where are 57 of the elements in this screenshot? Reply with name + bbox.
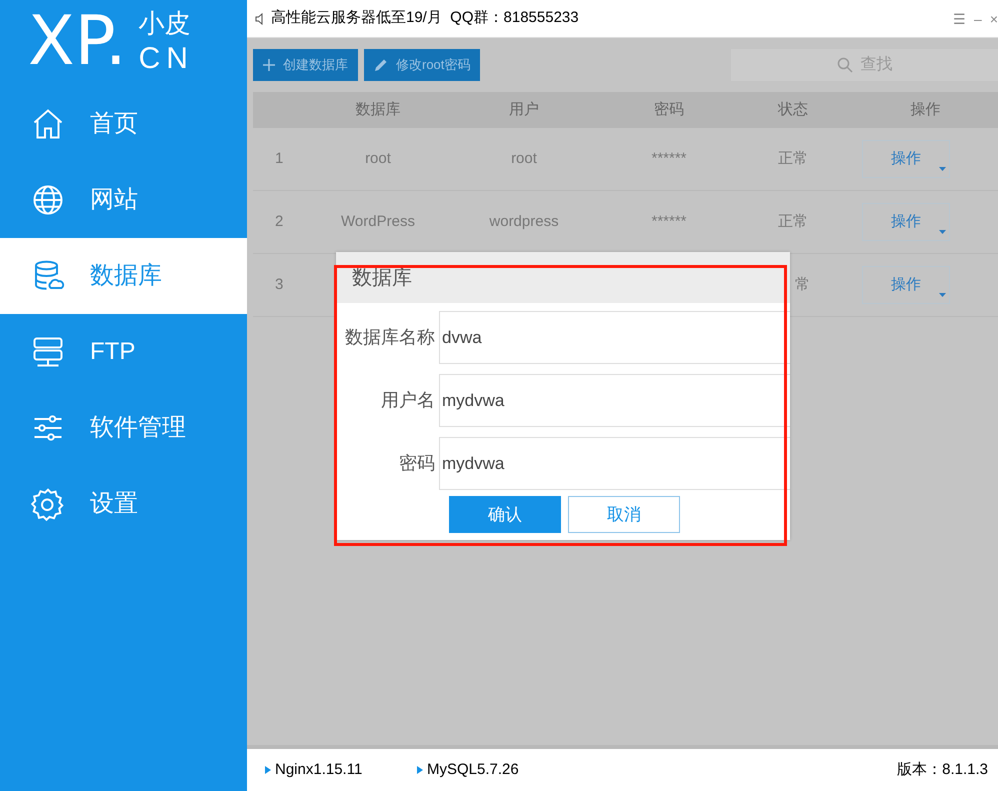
triangle-icon [417,766,423,774]
pencil-icon [374,58,388,72]
logo-domain: CN [138,40,194,76]
toolbar-button[interactable]: 修改root密码 [364,49,480,81]
column-header: 密码 [653,100,685,120]
table-cell: 正常 [778,150,808,167]
action-dropdown-button[interactable]: 操作 [862,140,950,178]
field-label: 用户名 [380,389,436,412]
window-control[interactable]: – [974,12,982,26]
speaker-icon [255,12,265,24]
input-field[interactable]: mydvwa [439,374,790,427]
cancel-button[interactable]: 取消 [568,496,680,533]
plus-icon [263,59,275,71]
table-cell: 常 [795,276,810,293]
service-version: MySQL5.7.26 [427,760,519,780]
sidebar-item[interactable]: 网站 [0,162,247,238]
column-header: 数据库 [354,100,402,120]
field-label: 数据库名称 [344,326,436,349]
confirm-button[interactable]: 确认 [449,496,561,533]
table-cell: WordPress [341,212,415,230]
sidebar-item[interactable]: 首页 [0,86,247,162]
dialog-title: 数据库 [352,266,412,291]
sidebar-item[interactable]: 软件管理 [0,390,247,466]
sidebar-item[interactable]: 设置 [0,466,247,542]
service-version: Nginx1.15.11 [275,760,362,780]
input-field[interactable]: dvwa [439,311,790,364]
table-cell: root [365,150,391,167]
caret-icon [939,230,946,234]
table-cell: 正常 [778,212,808,230]
table-cell: ****** [651,150,687,167]
gear-icon [30,486,66,522]
caret-icon [939,167,946,171]
field-label: 密码 [398,452,436,475]
sidebar-item[interactable]: FTP [0,314,247,390]
logo-subtitle: 小皮 [138,7,191,40]
version-text: 版本：8.1.1.3 [897,760,989,780]
notice-text: 高性能云服务器低至19/月 QQ群：818555233 [271,8,579,28]
column-header: 用户 [508,100,540,120]
action-dropdown-button[interactable]: 操作 [862,203,950,241]
action-dropdown-button[interactable]: 操作 [862,266,950,304]
table-cell: wordpress [489,212,559,230]
window-control[interactable]: × [990,12,998,26]
caret-icon [939,293,946,297]
table-cell: ****** [651,212,687,230]
column-header: 操作 [910,100,942,120]
input-field[interactable]: mydvwa [439,437,790,490]
triangle-icon [265,766,271,774]
table-cell: root [511,150,537,167]
table-cell-text: 2 [274,212,284,232]
search-icon [836,57,852,73]
column-header: 状态 [776,100,809,120]
table-cell-text: 3 [274,274,284,295]
logo-text: XP. [28,8,127,76]
table-cell-text: 1 [274,148,284,169]
sidebar-item[interactable]: 数据库 [0,238,247,314]
toolbar-button[interactable]: 创建数据库 [253,49,358,81]
window-control[interactable]: ☰ [953,12,966,26]
